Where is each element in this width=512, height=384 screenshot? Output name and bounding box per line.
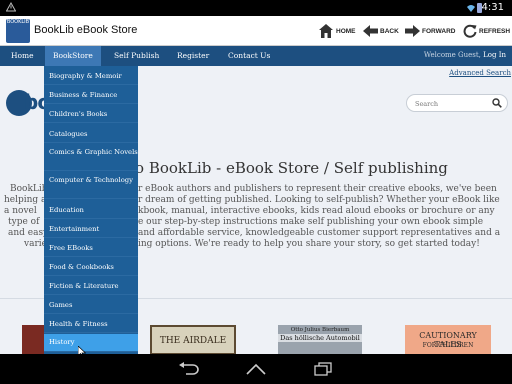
home-nav-icon[interactable] [245,362,267,376]
menu-item-education[interactable]: Education [44,202,138,219]
menu-item-history[interactable]: History [44,334,138,352]
intro-line-right: e our step-by-step instructions make sel… [138,217,484,227]
book-subtitle: FOR CHILDREN [422,342,474,349]
menu-item-entertainment[interactable]: Entertainment [44,221,138,238]
wifi-icon [467,5,475,12]
status-time: 4:31 [481,2,504,13]
welcome-text: Welcome Guest, Log In [424,51,506,59]
app-action-bar: BOOKLIB BookLib eBook Store HOME BACK FO… [0,16,512,311]
intro-line-right: and affordable service, knowledgeable cu… [138,228,501,238]
forward-button[interactable]: FORWARD [405,21,455,41]
refresh-button-label: REFRESH [479,27,511,35]
system-nav-bar [0,354,512,384]
nav-bookstore[interactable]: BookStore [45,46,101,66]
intro-line-left: BookLib [10,184,48,194]
app-icon-label: BOOKLIB [6,19,30,25]
nav-self-publish[interactable]: Self Publish [114,51,159,60]
book-cover[interactable]: THE AIRDALE [150,325,236,354]
intro-line-left: a novel [4,206,37,216]
back-button-label: BACK [380,27,399,35]
back-nav-icon[interactable] [178,362,200,376]
search-icon[interactable] [492,98,502,108]
mouse-cursor-icon [78,346,86,354]
nav-contact-us[interactable]: Contact Us [228,51,270,60]
intro-line-left: helping a [4,195,47,205]
menu-item-food[interactable]: Food & Cookbooks [44,259,138,276]
back-button[interactable]: BACK [363,21,399,41]
nav-register[interactable]: Register [177,51,209,60]
recent-apps-icon[interactable] [314,362,332,376]
book-cover[interactable]: Otto Julius Bierbaum Das höllische Autom… [278,325,362,354]
site-nav-bar: Home BookStore Self Publish Register Con… [0,46,512,66]
book-title: Das höllische Automobil [278,334,362,342]
welcome-prefix: Welcome Guest, [423,51,481,59]
login-link[interactable]: Log In [483,51,506,59]
home-button[interactable]: HOME [318,21,356,41]
home-icon [319,24,333,38]
intro-line-left: type of [8,217,40,227]
web-content: Home BookStore Self Publish Register Con… [0,46,512,354]
forward-button-label: FORWARD [422,27,456,35]
home-button-label: HOME [336,27,356,35]
app-title: BookLib eBook Store [34,24,138,36]
refresh-icon [463,24,477,38]
book-cover[interactable]: CAUTIONARY TALES FOR CHILDREN [405,325,491,354]
app-icon[interactable]: BOOKLIB [6,19,30,311]
intro-line-right: ing options. We're ready to help you sha… [138,239,480,249]
menu-item-computer[interactable]: Computer & Technology [44,173,138,199]
nav-home[interactable]: Home [11,51,34,60]
status-bar: 4:31 [0,0,512,16]
menu-item-comics[interactable]: Comics & Graphic Novels [44,145,138,171]
android-screen: 4:31 BOOKLIB BookLib eBook Store HOME BA… [0,0,512,384]
menu-item-games[interactable]: Games [44,297,138,314]
bookstore-dropdown-menu: Biography & Memoir Business & Finance Ch… [44,66,138,354]
menu-item-free-ebooks[interactable]: Free EBooks [44,240,138,257]
warning-icon [6,2,16,12]
menu-item-fiction[interactable]: Fiction & Literature [44,278,138,295]
page-headline: to BookLib - eBook Store / Self publishi… [129,159,448,177]
search-input[interactable] [415,98,491,109]
forward-arrow-icon [405,25,420,37]
refresh-button[interactable]: REFRESH [463,21,510,41]
menu-item-biography[interactable]: Biography & Memoir [44,69,138,85]
menu-item-business[interactable]: Business & Finance [44,88,138,104]
search-box [406,94,508,112]
back-arrow-icon [363,25,378,37]
menu-item-childrens[interactable]: Children's Books [44,107,138,123]
book-title: THE AIRDALE [159,336,227,346]
menu-item-catalogues[interactable]: Catalogues [44,126,138,143]
intro-line-right: kbook, manual, interactive ebooks, kids … [138,206,495,216]
book-author: Otto Julius Bierbaum [290,327,350,333]
book-cover[interactable] [22,325,44,354]
intro-line-right: r dream of getting published. Looking to… [138,195,500,205]
intro-line-right: r eBook authors and publishers to repres… [138,184,497,194]
intro-line-left: and easy [8,228,49,238]
advanced-search-link[interactable]: Advanced Search [449,69,511,77]
menu-item-health[interactable]: Health & Fitness [44,316,138,333]
